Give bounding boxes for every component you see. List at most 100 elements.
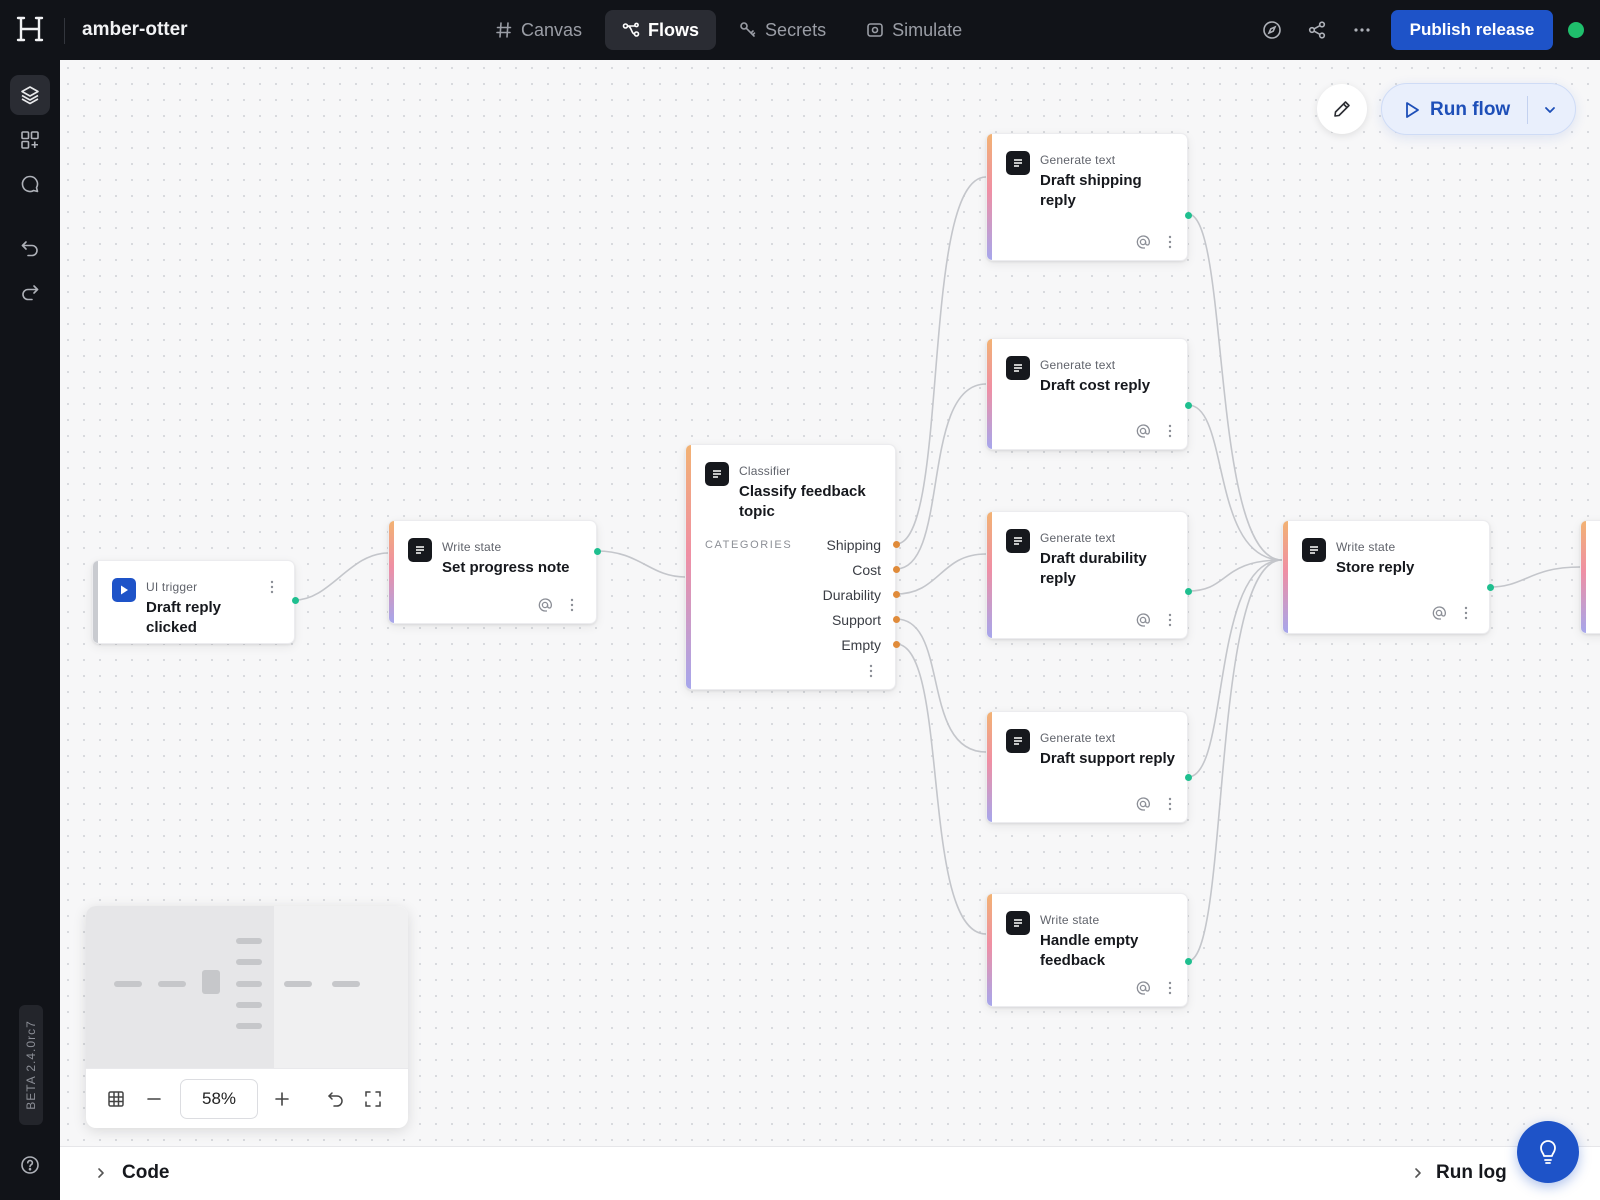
node-type: Classifier <box>739 464 791 478</box>
output-port[interactable] <box>1185 402 1192 409</box>
version-label: BETA 2.4.0rc7 <box>24 1020 38 1110</box>
node-store[interactable]: Write state Store reply <box>1282 520 1494 634</box>
run-flow-button[interactable]: Run flow <box>1381 83 1576 135</box>
node-accent <box>93 561 98 643</box>
minimap-node <box>202 970 220 994</box>
edge <box>1187 559 1283 592</box>
category-port[interactable] <box>893 566 900 573</box>
at-icon[interactable] <box>1431 605 1447 621</box>
output-port[interactable] <box>292 597 299 604</box>
output-port[interactable] <box>1185 588 1192 595</box>
tab-flows[interactable]: Flows <box>605 10 717 50</box>
at-icon[interactable] <box>1135 980 1151 996</box>
node-empty[interactable]: Write state Handle empty feedback <box>986 893 1192 1007</box>
node-title: Store reply <box>1336 559 1415 576</box>
text-icon <box>705 462 729 486</box>
kebab-icon[interactable] <box>1166 980 1174 996</box>
fullscreen-icon[interactable] <box>363 1089 383 1109</box>
blocks-add-icon <box>21 131 39 149</box>
category-port[interactable] <box>893 641 900 648</box>
kebab-icon[interactable] <box>1166 612 1174 628</box>
hash-icon <box>496 22 512 38</box>
text-icon <box>1302 538 1326 562</box>
logo-icon[interactable] <box>16 15 44 43</box>
chevron-right-icon[interactable] <box>94 1166 108 1180</box>
category-port[interactable] <box>893 541 900 548</box>
project-name[interactable]: amber-otter <box>82 18 188 42</box>
node-trigger[interactable]: UI trigger Draft reply clicked <box>92 560 299 644</box>
minimap-view[interactable] <box>86 906 408 1068</box>
tab-simulate[interactable]: Simulate <box>849 10 979 50</box>
node-support[interactable]: Generate text Draft support reply <box>986 711 1192 823</box>
flow-icon <box>622 22 640 37</box>
minimap[interactable]: 58% <box>86 906 408 1128</box>
grid-icon[interactable] <box>106 1089 126 1109</box>
node-durability[interactable]: Generate text Draft durability reply <box>986 511 1192 639</box>
edge <box>1489 566 1581 588</box>
node-offscreen[interactable] <box>1580 520 1600 634</box>
reset-view-icon[interactable] <box>326 1089 346 1109</box>
tab-canvas[interactable]: Canvas <box>478 10 599 50</box>
node-accent <box>987 339 992 449</box>
category-port[interactable] <box>893 616 900 623</box>
zoom-level[interactable]: 58% <box>180 1079 258 1119</box>
edge <box>596 550 686 578</box>
edit-button[interactable] <box>1317 84 1367 134</box>
rail-layers-button[interactable] <box>10 75 50 115</box>
at-icon[interactable] <box>537 597 553 613</box>
rail-blocks-button[interactable] <box>10 120 50 160</box>
tab-secrets[interactable]: Secrets <box>722 10 843 50</box>
minimap-viewport[interactable] <box>86 906 274 1068</box>
rail-undo-button[interactable] <box>10 228 50 268</box>
category-shipping: Shipping <box>826 537 882 553</box>
edge <box>895 553 987 595</box>
edge <box>1187 404 1283 561</box>
output-port[interactable] <box>1185 958 1192 965</box>
output-port[interactable] <box>1487 584 1494 591</box>
code-panel-toggle[interactable]: Code <box>122 1162 170 1184</box>
output-port[interactable] <box>1185 774 1192 781</box>
publish-release-button[interactable]: Publish release <box>1391 10 1553 50</box>
node-title: Draft durability reply <box>1040 550 1147 587</box>
at-icon[interactable] <box>1135 612 1151 628</box>
node-title: Draft reply clicked <box>146 599 222 636</box>
tips-button[interactable] <box>1517 1121 1579 1183</box>
at-icon[interactable] <box>1135 234 1151 250</box>
node-cost[interactable]: Generate text Draft cost reply <box>986 338 1192 450</box>
chevron-down-icon[interactable] <box>1542 102 1558 118</box>
chevron-right-icon[interactable] <box>1411 1166 1425 1180</box>
kebab-icon[interactable] <box>1166 234 1174 250</box>
edge <box>294 552 389 601</box>
text-icon <box>1006 529 1030 553</box>
node-classifier[interactable]: Classifier Classify feedback topic CATEG… <box>685 444 900 690</box>
minimap-node <box>236 1002 262 1008</box>
rail-chat-button[interactable] <box>10 164 50 204</box>
main-tabs: Canvas Flows Secrets Simulate <box>478 10 979 50</box>
minimap-node <box>236 959 262 965</box>
node-progress[interactable]: Write state Set progress note <box>388 520 601 624</box>
rail-redo-button[interactable] <box>10 272 50 312</box>
kebab-icon[interactable] <box>568 597 576 613</box>
layers-icon <box>21 86 39 105</box>
share-icon[interactable] <box>1307 20 1327 40</box>
at-icon[interactable] <box>1135 796 1151 812</box>
kebab-icon[interactable] <box>1166 423 1174 439</box>
kebab-icon[interactable] <box>867 663 875 679</box>
kebab-icon[interactable] <box>1166 796 1174 812</box>
kebab-icon[interactable] <box>1462 605 1470 621</box>
output-port[interactable] <box>1185 212 1192 219</box>
zoom-in-icon[interactable] <box>272 1089 292 1109</box>
node-type: Write state <box>1040 913 1100 927</box>
node-shipping[interactable]: Generate text Draft shipping reply <box>986 133 1192 261</box>
kebab-icon[interactable] <box>268 579 276 595</box>
zoom-out-icon[interactable] <box>144 1089 164 1109</box>
output-port[interactable] <box>594 548 601 555</box>
run-log-toggle[interactable]: Run log <box>1436 1162 1507 1184</box>
category-port[interactable] <box>893 591 900 598</box>
help-icon[interactable] <box>20 1155 40 1175</box>
more-icon[interactable] <box>1352 20 1372 40</box>
tab-label: Canvas <box>521 19 583 40</box>
compass-icon[interactable] <box>1262 20 1282 40</box>
node-title: Draft cost reply <box>1040 377 1151 394</box>
at-icon[interactable] <box>1135 423 1151 439</box>
